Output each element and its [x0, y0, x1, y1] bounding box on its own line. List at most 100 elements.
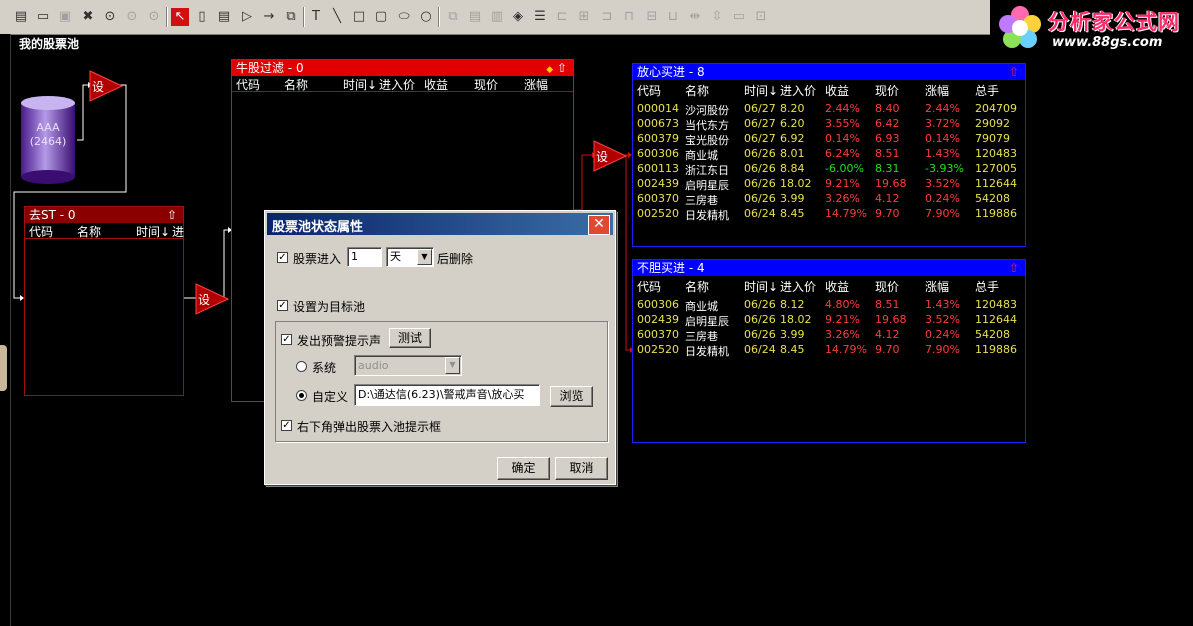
stock-row[interactable]: 600113 浙江东日 06/26 8.84 -6.00% 8.31 -3.93% 12700…	[633, 162, 1025, 177]
col-name[interactable]: 名称	[685, 82, 709, 99]
custom-label: 自定义	[312, 390, 349, 404]
panel-up-icon[interactable]: ⇧	[1009, 64, 1019, 80]
panel-header[interactable]: 去ST - 0 ⇧	[25, 207, 183, 223]
panel-safe-buy[interactable]: 放心买进 - 8 ⇧ 代码 名称 时间↓ 进入价 收益 现价 涨幅 总手 000…	[632, 63, 1026, 247]
cell-price: 19.68	[875, 313, 907, 326]
stock-row[interactable]: 600370 三房巷 06/26 3.99 3.26% 4.12 0.24% 54208	[633, 328, 1025, 343]
col-name[interactable]: 名称	[685, 278, 709, 295]
col-entry[interactable]: 进入价	[780, 82, 816, 99]
col-gain[interactable]: 收益	[424, 76, 448, 93]
col-gain[interactable]: 收益	[825, 278, 849, 295]
set-node-label: 设	[596, 150, 609, 164]
chevron-down-icon[interactable]: ▼	[417, 249, 432, 265]
col-time[interactable]: 时间↓	[744, 278, 778, 295]
cell-volume: 79079	[975, 132, 1010, 145]
panel-remove-st[interactable]: 去ST - 0 ⇧ 代码 名称 时间↓ 进	[24, 206, 184, 396]
cell-change: 0.24%	[925, 328, 960, 341]
panel-title: 不胆买进 - 4	[637, 261, 705, 275]
set-node-label: 设	[198, 293, 211, 307]
chevron-down-icon[interactable]: ▼	[445, 357, 460, 374]
col-change[interactable]: 涨幅	[925, 278, 949, 295]
col-change[interactable]: 涨幅	[925, 82, 949, 99]
cell-price: 19.68	[875, 177, 907, 190]
pool-properties-dialog[interactable]: 股票池状态属性 ✕ ✓ 股票进入 1 天 ▼ 后删除 ✓ 设置为目标池 ✓ 发出…	[264, 210, 616, 485]
cell-code: 002439	[637, 313, 679, 326]
col-entry[interactable]: 进	[172, 223, 184, 240]
alert-sound-checkbox[interactable]: ✓	[281, 334, 292, 345]
stock-row[interactable]: 002520 日发精机 06/24 8.45 14.79% 9.70 7.90% 119886	[633, 207, 1025, 222]
close-icon[interactable]: ✕	[588, 215, 610, 235]
set-node-3[interactable]: 设	[593, 140, 628, 172]
col-change[interactable]: 涨幅	[524, 76, 548, 93]
cell-volume: 29092	[975, 117, 1010, 130]
stock-database[interactable]: AAA (2464)	[20, 95, 76, 185]
cell-time: 06/26	[744, 298, 776, 311]
cell-change: 3.52%	[925, 177, 960, 190]
set-node-1[interactable]: 设	[89, 70, 124, 102]
stock-row[interactable]: 600306 商业城 06/26 8.01 6.24% 8.51 1.43% 120483	[633, 147, 1025, 162]
col-name[interactable]: 名称	[77, 223, 101, 240]
cancel-button[interactable]: 取消	[555, 457, 608, 480]
col-price[interactable]: 现价	[474, 76, 498, 93]
col-entry[interactable]: 进入价	[379, 76, 415, 93]
panel-up-icon[interactable]: ⇧	[167, 207, 177, 223]
enter-label: 股票进入	[293, 252, 342, 266]
col-entry[interactable]: 进入价	[780, 278, 816, 295]
test-button[interactable]: 测试	[389, 328, 431, 348]
enter-checkbox[interactable]: ✓	[277, 252, 288, 263]
cell-time: 06/26	[744, 177, 776, 190]
panel-bold-buy[interactable]: 不胆买进 - 4 ⇧ 代码 名称 时间↓ 进入价 收益 现价 涨幅 总手 600…	[632, 259, 1026, 443]
cell-entry: 18.02	[780, 177, 812, 190]
col-gain[interactable]: 收益	[825, 82, 849, 99]
enter-days-input[interactable]: 1	[347, 247, 382, 267]
cell-time: 06/24	[744, 343, 776, 356]
col-time[interactable]: 时间↓	[744, 82, 778, 99]
set-node-2[interactable]: 设	[195, 283, 230, 315]
popup-checkbox[interactable]: ✓	[281, 420, 292, 431]
stock-row[interactable]: 000014 沙河股份 06/27 8.20 2.44% 8.40 2.44% 204709	[633, 102, 1025, 117]
cell-volume: 120483	[975, 147, 1017, 160]
panel-header[interactable]: 放心买进 - 8 ⇧	[633, 64, 1025, 80]
panel-header[interactable]: 牛股过滤 - 0 ◆ ⇧	[232, 60, 573, 76]
stock-row[interactable]: 002439 启明星辰 06/26 18.02 9.21% 19.68 3.52% 11264…	[633, 177, 1025, 192]
stock-row[interactable]: 600379 宝光股份 06/27 6.92 0.14% 6.93 0.14% 79079	[633, 132, 1025, 147]
cell-gain: 9.21%	[825, 177, 860, 190]
col-code[interactable]: 代码	[637, 82, 661, 99]
col-code[interactable]: 代码	[236, 76, 260, 93]
dialog-titlebar[interactable]: 股票池状态属性 ✕	[267, 213, 613, 235]
cell-name: 当代东方	[685, 119, 729, 132]
cell-gain: 3.55%	[825, 117, 860, 130]
stock-row[interactable]: 002520 日发精机 06/24 8.45 14.79% 9.70 7.90% 119886	[633, 343, 1025, 358]
stock-row[interactable]: 000673 当代东方 06/27 6.20 3.55% 6.42 3.72% 29092	[633, 117, 1025, 132]
col-code[interactable]: 代码	[29, 223, 53, 240]
strategy-canvas[interactable]: ▤ ▭ ▣ ✖ ⊙ ⊙ ⊙ ↖ ▯ ▤ ▷ → ⧉ T ╲ □ ▢ ⬭ ○ ⧉ …	[0, 0, 1193, 626]
col-name[interactable]: 名称	[284, 76, 308, 93]
enter-unit-select[interactable]: 天 ▼	[386, 247, 434, 267]
col-volume[interactable]: 总手	[975, 82, 999, 99]
col-code[interactable]: 代码	[637, 278, 661, 295]
cell-code: 600113	[637, 162, 679, 175]
custom-path-input[interactable]: D:\通达信(6.23)\警戒声音\放心买	[354, 384, 540, 406]
browse-button[interactable]: 浏览	[550, 386, 593, 407]
stock-row[interactable]: 600306 商业城 06/26 8.12 4.80% 8.51 1.43% 120483	[633, 298, 1025, 313]
ok-button[interactable]: 确定	[497, 457, 550, 480]
stock-row[interactable]: 600370 三房巷 06/26 3.99 3.26% 4.12 0.24% 54208	[633, 192, 1025, 207]
column-headers: 代码 名称 时间↓ 进入价 收益 现价 涨幅 总手	[633, 278, 1025, 295]
set-target-checkbox[interactable]: ✓	[277, 300, 288, 311]
panel-header[interactable]: 不胆买进 - 4 ⇧	[633, 260, 1025, 276]
col-price[interactable]: 现价	[875, 278, 899, 295]
cell-gain: -6.00%	[825, 162, 864, 175]
cell-price: 4.12	[875, 192, 900, 205]
cell-price: 8.51	[875, 298, 900, 311]
cell-time: 06/26	[744, 147, 776, 160]
system-radio[interactable]	[296, 361, 307, 372]
custom-radio[interactable]	[296, 390, 307, 401]
col-volume[interactable]: 总手	[975, 278, 999, 295]
col-time[interactable]: 时间↓	[136, 223, 170, 240]
col-price[interactable]: 现价	[875, 82, 899, 99]
set-target-label: 设置为目标池	[293, 300, 366, 314]
system-sound-select[interactable]: audio ▼	[354, 355, 462, 376]
panel-up-icon[interactable]: ⇧	[1009, 260, 1019, 276]
col-time[interactable]: 时间↓	[343, 76, 377, 93]
stock-row[interactable]: 002439 启明星辰 06/26 18.02 9.21% 19.68 3.52% 11264…	[633, 313, 1025, 328]
